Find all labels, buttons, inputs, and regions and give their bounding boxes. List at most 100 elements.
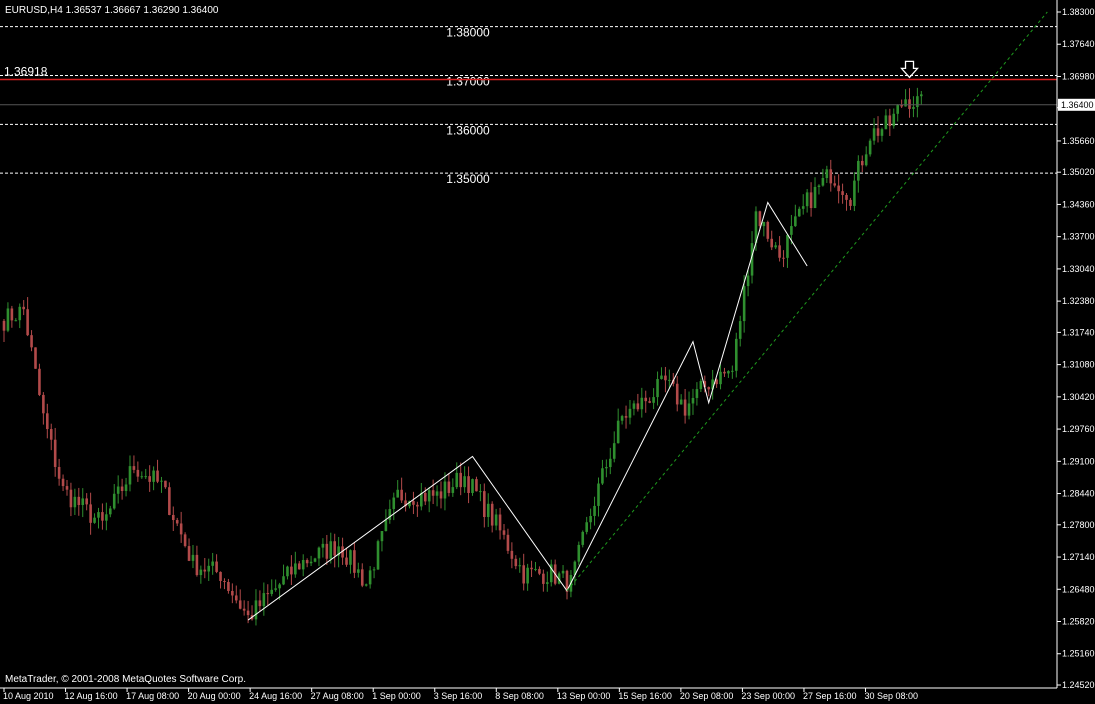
candle-body [479,491,482,493]
candle-body [124,484,128,491]
candle-body [742,286,746,322]
candle-body [664,375,667,381]
candle-body [707,387,711,390]
candle-body [325,543,329,559]
candle-body [144,476,148,478]
price-tick-label: 1.28440 [1062,489,1095,499]
candle-body [770,238,774,248]
time-tick-label: 1 Sep 00:00 [372,691,421,701]
candle-body [538,568,541,574]
candle-body [65,486,69,490]
candle-body [317,547,321,559]
candle-body [215,561,218,572]
candle-body [136,469,140,477]
candle-body [652,397,655,403]
time-tick-label: 23 Sep 00:00 [741,691,795,701]
candle-body [561,570,565,574]
candle-body [857,160,860,181]
candle-body [199,569,203,576]
price-tick-label: 1.31080 [1062,360,1095,370]
candle-body [498,514,502,531]
price-tick-label: 1.27140 [1062,552,1095,562]
candle-body [534,568,537,570]
candle-body [766,221,770,239]
time-tick-label: 13 Sep 00:00 [557,691,611,701]
candle-body [152,470,155,482]
level-label: 1.35000 [446,172,490,186]
candle-body [502,530,506,535]
candle-body [683,399,687,416]
candle-body [475,479,478,492]
candle-body [794,216,797,227]
candle-body [290,566,293,575]
level-label: 1.36000 [446,123,490,137]
candle-body [510,550,514,559]
candle-body [884,115,888,130]
candle-body [305,560,309,564]
candle-body [254,600,258,620]
candle-body [175,520,179,524]
candle-body [49,429,53,440]
level-label: 1.37000 [446,74,490,88]
candle-body [774,245,777,248]
price-tick-label: 1.37640 [1062,39,1095,49]
candle-body [439,491,443,499]
current-price-label: 1.36400 [1061,100,1094,110]
candle-body [912,107,915,109]
candle-body [746,275,750,287]
candle-body [668,379,671,381]
chart-window[interactable]: 1.38000 1.37000 1.36000 1.35000 1.36918 1.3… [0,0,1095,704]
candle-body [892,113,896,127]
candle-body [219,571,222,581]
candle-body [589,515,592,523]
candle-body [231,590,234,596]
candle-body [809,192,813,209]
candle-body [349,550,352,565]
candle-body [526,567,529,584]
price-chart[interactable]: 1.38000 1.37000 1.36000 1.35000 1.36918 1.3… [0,0,1095,704]
candle-body [447,481,451,493]
price-tick-label: 1.25160 [1062,649,1095,659]
candle-body [427,490,431,502]
candle-body [896,104,899,114]
candle-body [687,403,691,416]
candle-body [916,96,919,108]
candle-body [581,531,585,545]
candle-body [833,183,837,186]
candle-body [297,563,301,570]
candle-body [101,512,104,521]
candle-body [546,582,549,584]
trend-line [566,11,1048,592]
candle-body [632,403,636,409]
time-tick-label: 20 Sep 08:00 [680,691,734,701]
candle-body [762,221,766,227]
candle-body [329,541,333,559]
time-tick-label: 3 Sep 16:00 [434,691,483,701]
candle-body [467,476,470,493]
time-tick-label: 24 Aug 16:00 [249,691,302,701]
time-tick-label: 15 Sep 16:00 [618,691,672,701]
price-tick-label: 1.32380 [1062,296,1095,306]
candle-body [203,569,207,572]
candle-body [585,522,588,532]
candle-body [463,476,466,488]
candle-body [860,160,864,166]
candle-body [278,584,281,589]
candle-body [636,403,640,410]
candle-body [471,479,474,493]
candle-body [309,561,313,564]
candle-body [171,514,175,521]
candle-body [368,570,372,585]
candle-body [829,169,833,184]
candle-body [38,368,41,395]
candle-body [738,321,742,339]
candle-body [396,489,399,498]
candle-body [904,99,907,107]
candle-body [6,308,10,331]
candle-body [601,468,604,484]
candle-body [360,569,364,586]
candle-body [518,565,522,567]
candle-body [577,544,581,562]
candle-body [384,519,388,532]
candle-body [837,185,840,192]
